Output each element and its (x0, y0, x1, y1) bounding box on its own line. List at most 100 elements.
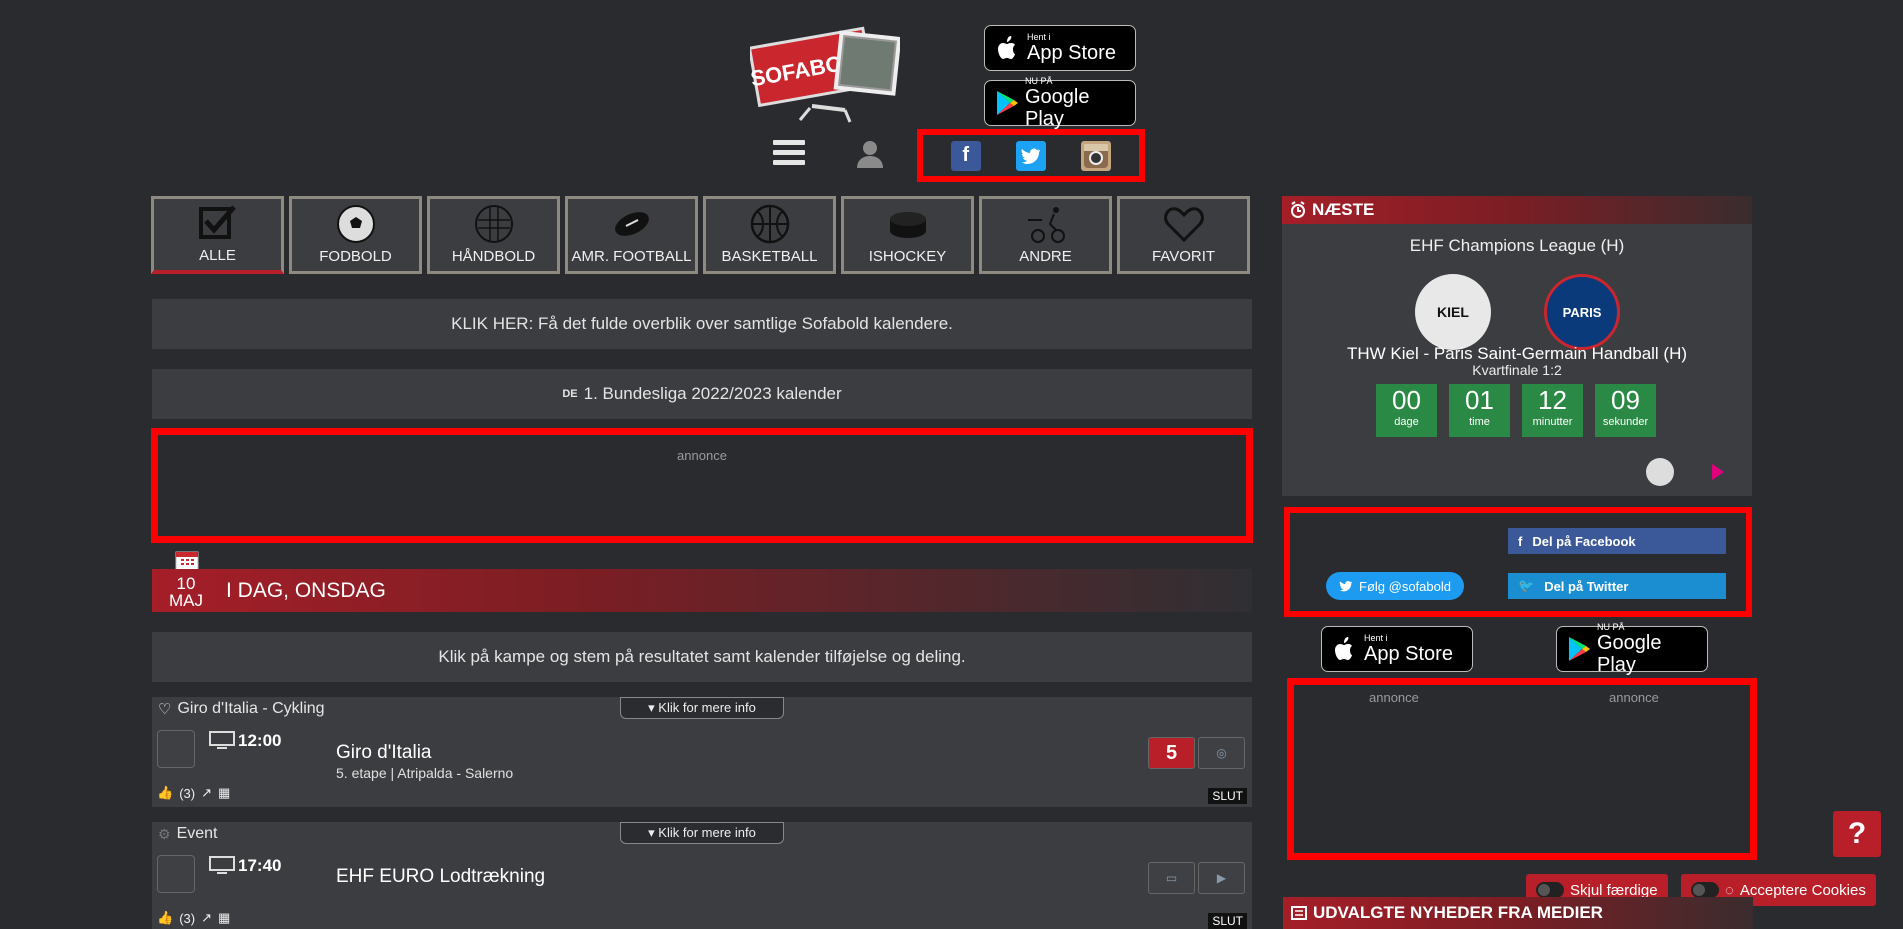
calendar-icon (175, 549, 199, 571)
menu-icon[interactable] (773, 140, 805, 168)
home-team-logo-text: KIEL (1437, 304, 1469, 320)
share-twitter-button[interactable]: 🐦 Del på Twitter (1508, 573, 1726, 599)
news-header: UDVALGTE NYHEDER FRA MEDIER (1283, 897, 1753, 929)
event-category-label: Giro d'Italia - Cykling (177, 700, 325, 717)
event-title: Giro d'Italia (336, 742, 432, 763)
tab-basketball[interactable]: BASKETBALL (703, 196, 836, 274)
away-team-logo-text: PARIS (1562, 304, 1602, 320)
thumbs-up-icon[interactable]: 👍 (157, 785, 173, 801)
twitter-icon: 🐦 (1518, 578, 1535, 593)
event-time: 12:00 (238, 731, 282, 750)
help-button[interactable]: ? (1833, 811, 1881, 857)
tab-andre[interactable]: ANDRE (979, 196, 1112, 274)
google-play-icon (995, 88, 1019, 118)
hide-finished-label: Skjul færdige (1570, 881, 1658, 899)
countdown-seconds: 09 sekunder (1595, 384, 1656, 437)
next-header: NÆSTE (1282, 196, 1752, 224)
follow-twitter-button[interactable]: Følg @sofabold (1326, 572, 1464, 600)
countdown-minutes: 12 minutter (1522, 384, 1583, 437)
day-number: 10 (176, 573, 196, 593)
app-store-button[interactable]: Hent i App Store (984, 25, 1136, 71)
toggle-switch[interactable] (1691, 882, 1719, 898)
app-store-small: Hent i (1027, 32, 1051, 42)
basketball-icon (750, 204, 790, 244)
google-play-small: NU PÅ (1597, 622, 1625, 632)
twitter-icon (1339, 581, 1353, 592)
event-card[interactable]: ♡ Giro d'Italia - Cykling ▾ Klik for mer… (152, 697, 1252, 807)
next-match-title: THW Kiel - Paris Saint-Germain Handball … (1346, 344, 1688, 363)
app-store-button-side[interactable]: Hent i App Store (1321, 626, 1473, 672)
instructions-bar: Klik på kampe og stem på resultatet samt… (152, 632, 1252, 682)
google-play-big: Google Play (1597, 632, 1662, 676)
toggle-switch[interactable] (1536, 882, 1564, 898)
league-calendar-title: 1. Bundesliga 2022/2023 kalender (583, 384, 842, 403)
other-sports-icon (1026, 204, 1066, 244)
user-icon[interactable] (855, 138, 885, 170)
tab-favorit[interactable]: FAVORIT (1117, 196, 1250, 274)
facebook-icon: f (1518, 533, 1523, 549)
league-flag: DE (562, 388, 578, 400)
day-title: I DAG, ONSDAG (226, 578, 386, 602)
checkbox-icon (198, 203, 238, 243)
tab-fodbold[interactable]: FODBOLD (289, 196, 422, 274)
status-badge: SLUT (1208, 788, 1247, 804)
app-store-small: Hent i (1364, 633, 1388, 643)
tab-label: AMR. FOOTBALL (571, 248, 692, 265)
cookie-icon: ◌ (1725, 881, 1734, 899)
add-calendar-icon[interactable]: ▦ (218, 785, 230, 801)
ad-slot-main: annonce (151, 428, 1253, 543)
event-icon: ⚙ (158, 825, 171, 842)
all-calendars-link[interactable]: KLIK HER: Få det fulde overblik over sam… (152, 299, 1252, 349)
event-time: 17:40 (238, 856, 282, 875)
tab-alle[interactable]: ALLE (151, 196, 284, 274)
day-header: 10 MAJ I DAG, ONSDAG (152, 569, 1252, 612)
more-info-button[interactable]: ▾ Klik for mere info (620, 697, 784, 719)
like-count: (3) (179, 785, 196, 801)
event-category-label: Event (176, 825, 218, 842)
league-calendar-link[interactable]: DE 1. Bundesliga 2022/2023 kalender (152, 369, 1252, 419)
google-play-button-side[interactable]: NU PÅ Google Play (1556, 622, 1708, 676)
event-card[interactable]: ⚙ Event ▾ Klik for mere info 17:40 EHF E… (152, 822, 1252, 929)
countdown-days: 00 dage (1376, 384, 1437, 437)
share-icon[interactable]: ↗ (201, 785, 212, 801)
share-twitter-label: Del på Twitter (1544, 578, 1629, 594)
tv-icon (209, 856, 235, 874)
thumbs-up-icon[interactable]: 👍 (157, 910, 173, 926)
channel-tv2-play-icon[interactable]: ▶ (1198, 862, 1245, 894)
apple-icon (1332, 634, 1358, 664)
twitter-icon[interactable] (1015, 140, 1046, 171)
tab-amr-football[interactable]: AMR. FOOTBALL (565, 196, 698, 274)
share-facebook-label: Del på Facebook (1532, 533, 1636, 549)
handball-icon (474, 204, 514, 244)
status-badge: SLUT (1208, 913, 1247, 929)
sofabold-logo[interactable]: SOFABOLD (747, 8, 902, 128)
tab-haandbold[interactable]: HÅNDBOLD (427, 196, 560, 274)
football-icon (336, 204, 376, 244)
google-play-icon (1567, 634, 1591, 664)
event-subtitle: 5. etape | Atripalda - Salerno (336, 765, 514, 781)
channel-eurosport-icon[interactable]: ◎ (1198, 737, 1245, 769)
share-facebook-button[interactable]: f Del på Facebook (1508, 528, 1726, 554)
tab-ishockey[interactable]: ISHOCKEY (841, 196, 974, 274)
channel-kanal5-icon[interactable]: 5 (1148, 737, 1195, 769)
ad-slot-side: annonce annonce (1287, 678, 1757, 860)
day-month: MAJ (169, 590, 203, 610)
more-info-button[interactable]: ▾ Klik for mere info (620, 822, 784, 844)
sport-tabs: ALLE FODBOLD HÅNDBOLD AMR. FOOTBALL BASK… (151, 196, 1250, 274)
next-round: Kvartfinale 1:2 (1472, 362, 1562, 378)
ad-label: annonce (677, 448, 727, 463)
channel-viaplay-icon[interactable] (1704, 458, 1732, 486)
next-match-panel[interactable]: NÆSTE EHF Champions League (H) KIEL PARI… (1282, 196, 1752, 496)
all-calendars-text: KLIK HER: Få det fulde overblik over sam… (451, 314, 953, 333)
google-play-button[interactable]: NU PÅ Google Play (984, 76, 1136, 130)
facebook-icon[interactable]: f (950, 140, 981, 171)
share-icon[interactable]: ↗ (201, 910, 212, 926)
tab-label: FODBOLD (319, 248, 392, 265)
google-play-big: Google Play (1025, 86, 1090, 130)
like-count: (3) (179, 910, 196, 926)
channel-tv3-icon[interactable] (1646, 458, 1674, 486)
channel-tv2-sport-icon[interactable]: ▭ (1148, 862, 1195, 894)
add-calendar-icon[interactable]: ▦ (218, 910, 230, 926)
heart-icon[interactable]: ♡ (158, 700, 171, 718)
instagram-icon[interactable] (1081, 140, 1112, 171)
